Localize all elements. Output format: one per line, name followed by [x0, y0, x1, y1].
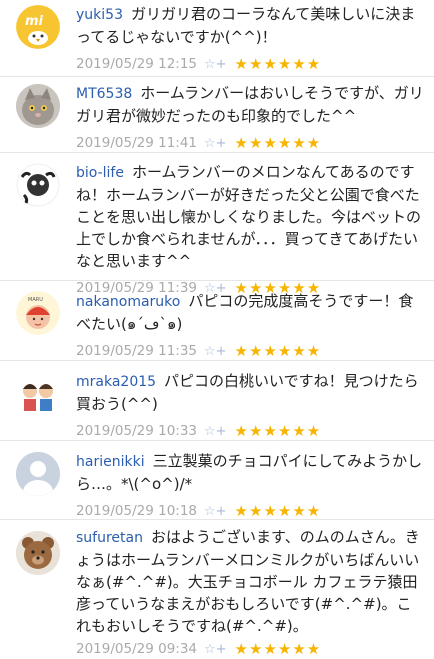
avatar[interactable] [16, 452, 60, 496]
timestamp: 2019/05/29 10:33 [76, 423, 198, 439]
avatar[interactable] [16, 373, 60, 417]
username[interactable]: nakanomaruko [76, 294, 180, 310]
star-rating: ★★★★★★ [234, 342, 322, 360]
svg-text:MARU: MARU [28, 297, 43, 303]
comment-item: bio-life ホームランバーのメロンなんてあるのですね！ホームランバーが好きだ… [0, 153, 434, 297]
timestamp: 2019/05/29 12:15 [76, 56, 198, 72]
star-add-icon[interactable]: ☆+ [204, 642, 227, 657]
comment-item: harienikki 三立製菓のチョコパイにしてみようかしら…。*\(^o^)/*… [0, 441, 434, 520]
comment-text: ホームランバーのメロンなんてあるのですね！ホームランバーが好きだった父と公園で食… [76, 163, 422, 270]
star-rating: ★★★★★★ [234, 502, 322, 520]
star-rating: ★★★★★★ [234, 134, 322, 152]
timestamp: 2019/05/29 10:18 [76, 503, 198, 519]
comment-item: sufuretan おはようございます、のムのムさん。きょうはホームランバーメロン… [0, 520, 434, 658]
star-rating: ★★★★★★ [234, 55, 322, 73]
timestamp: 2019/05/29 11:35 [76, 343, 198, 359]
star-rating: ★★★★★★ [234, 640, 322, 658]
username[interactable]: yuki53 [76, 7, 123, 23]
comment-text: ガリガリ君のコーラなんて美味しいに決まってるじゃないですか(^^)！ [76, 5, 416, 46]
star-rating: ★★★★★★ [234, 422, 322, 440]
comment-item: mraka2015 パピコの白桃いいですね！見つけたら買おう(^^) 2019/0… [0, 361, 434, 441]
timestamp: 2019/05/29 11:41 [76, 135, 198, 151]
star-add-icon[interactable]: ☆+ [204, 424, 227, 439]
username[interactable]: harienikki [76, 454, 145, 470]
username[interactable]: mraka2015 [76, 374, 156, 390]
svg-text:mi: mi [25, 14, 44, 29]
comment-list: mi yuki53 ガリガリ君のコーラなんて美味しいに決まってるじゃないですか(^… [0, 0, 434, 658]
star-add-icon[interactable]: ☆+ [204, 344, 227, 359]
avatar[interactable] [16, 84, 60, 128]
star-add-icon[interactable]: ☆+ [204, 57, 227, 72]
avatar[interactable]: mi [16, 5, 60, 49]
comment-item: MARU nakanomaruko パピコの完成度高そうですー！食べたい(๑´ڡ`… [0, 281, 434, 361]
comment-item: mi yuki53 ガリガリ君のコーラなんて美味しいに決まってるじゃないですか(^… [0, 0, 434, 77]
username[interactable]: bio-life [76, 165, 124, 181]
username[interactable]: MT6538 [76, 86, 132, 102]
comment-item: MT6538 ホームランバーはおいしそうですが、ガリガリ君が微妙だったのも印象的で… [0, 77, 434, 153]
star-add-icon[interactable]: ☆+ [204, 504, 227, 519]
avatar[interactable] [16, 531, 60, 575]
timestamp: 2019/05/29 09:34 [76, 641, 198, 657]
avatar[interactable]: MARU [16, 291, 60, 335]
username[interactable]: sufuretan [76, 530, 143, 546]
avatar[interactable] [16, 163, 60, 207]
star-add-icon[interactable]: ☆+ [204, 136, 227, 151]
